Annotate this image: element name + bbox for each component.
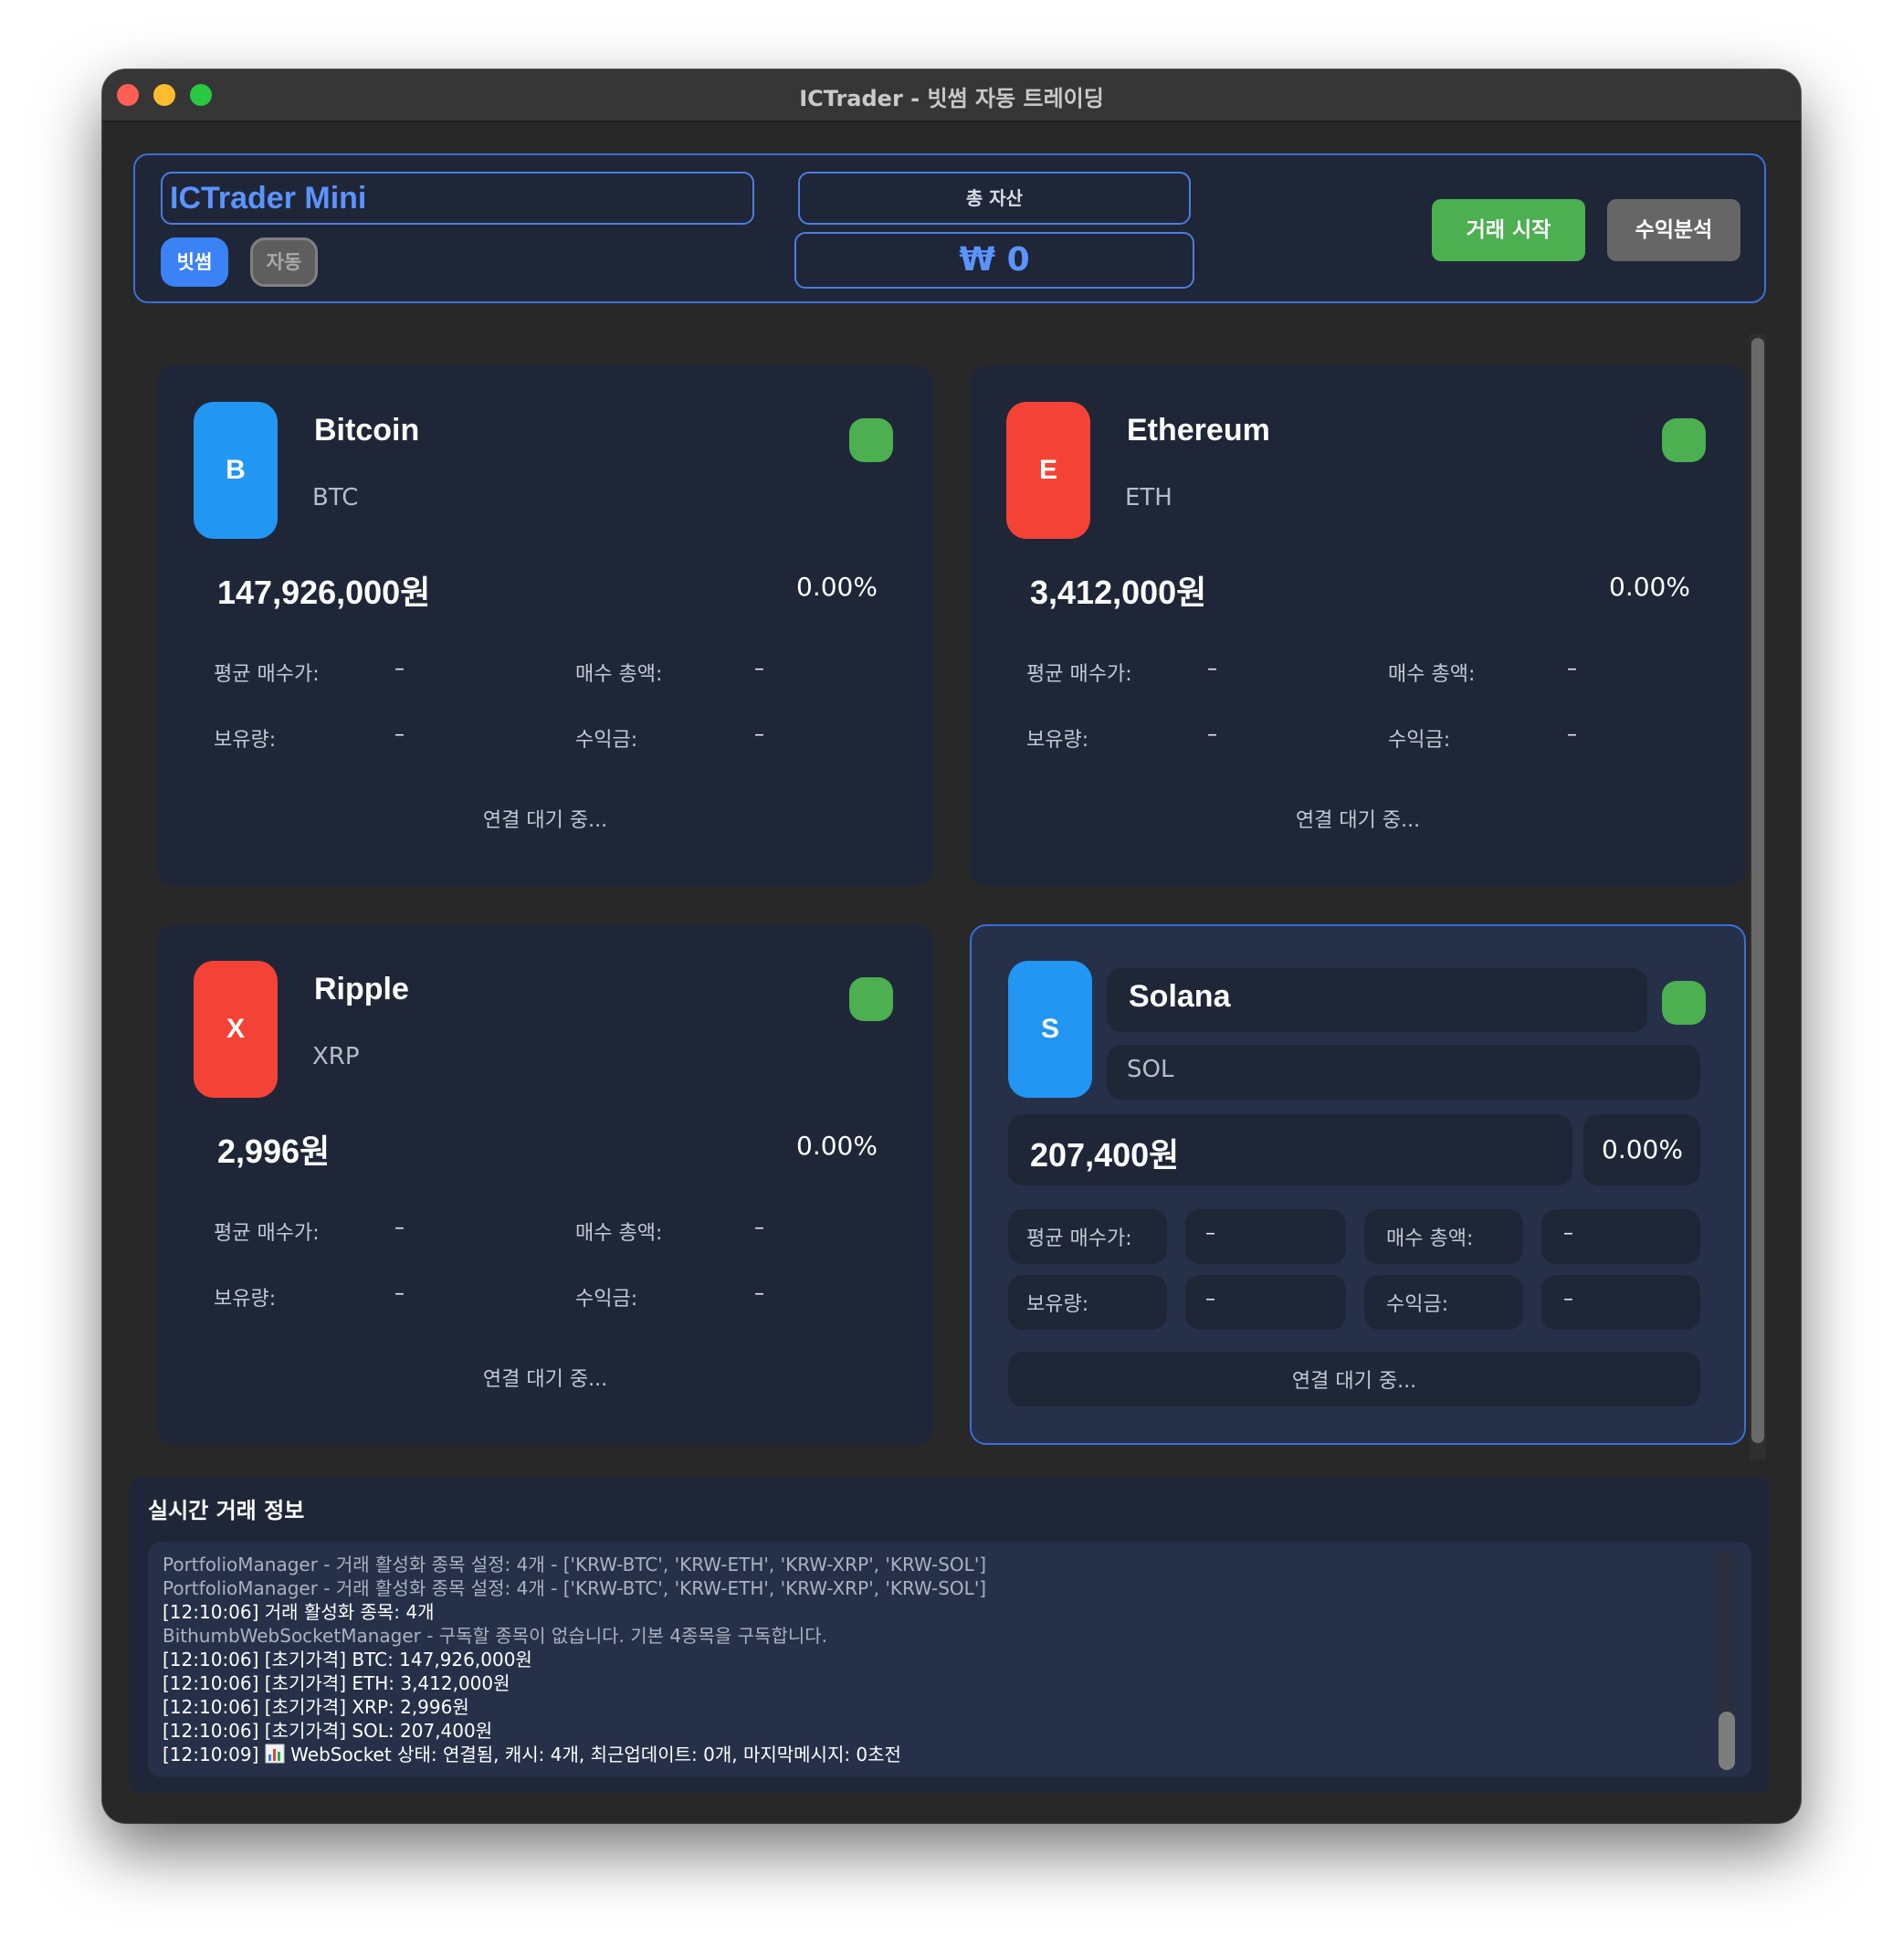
log-line: [12:10:06] [초기가격] ETH: 3,412,000원 <box>163 1672 510 1694</box>
coin-name: Ethereum <box>1127 413 1270 448</box>
connection-status: 연결 대기 중... <box>482 809 608 832</box>
auto-mode-chip[interactable]: 자동 <box>250 237 318 287</box>
log-area[interactable]: PortfolioManager - 거래 활성화 종목 설정: 4개 - ['… <box>148 1542 1751 1777</box>
connection-status: 연결 대기 중... <box>482 1368 608 1391</box>
profit-value: – <box>1563 1288 1573 1311</box>
coin-badge: B <box>194 402 278 539</box>
header-panel: ICTrader Mini 빗썸 자동 총 자산 ₩ 0 거래 시작 수익분석 <box>133 153 1766 303</box>
status-indicator <box>849 977 893 1021</box>
profit-value: – <box>1567 723 1577 746</box>
coin-symbol: XRP <box>312 1043 360 1070</box>
log-time: [12:10:09] <box>163 1744 259 1765</box>
log-line: BithumbWebSocketManager - 구독할 종목이 없습니다. … <box>163 1625 828 1647</box>
log-line: [12:10:06] [초기가격] SOL: 207,400원 <box>163 1720 493 1742</box>
profit-label: 수익금: <box>575 1288 638 1311</box>
avg-buy-price-value: – <box>394 1217 405 1239</box>
app-window: ICTrader - 빗썸 자동 트레이딩 ICTrader Mini 빗썸 자… <box>102 69 1801 1823</box>
coin-badge: X <box>194 961 278 1098</box>
cards-scrollbar[interactable] <box>1750 334 1766 1459</box>
coin-symbol: BTC <box>312 484 359 511</box>
total-buy-value: – <box>754 658 764 680</box>
profit-analysis-button[interactable]: 수익분석 <box>1607 199 1740 261</box>
start-trading-button[interactable]: 거래 시작 <box>1432 199 1585 261</box>
total-buy-value: – <box>1563 1222 1573 1245</box>
coin-price: 207,400원 <box>1030 1136 1180 1174</box>
total-asset-value: ₩ 0 <box>794 232 1194 289</box>
coin-symbol: SOL <box>1127 1056 1174 1083</box>
coin-name: Bitcoin <box>314 413 420 448</box>
profit-label: 수익금: <box>575 729 638 752</box>
holdings-value: – <box>1207 723 1217 746</box>
holdings-value: – <box>394 1282 405 1305</box>
connection-status: 연결 대기 중... <box>1291 1370 1417 1393</box>
coin-price: 147,926,000원 <box>217 574 431 611</box>
log-title: 실시간 거래 정보 <box>148 1498 305 1523</box>
coin-symbol-box <box>1107 1045 1700 1100</box>
log-line: [12:10:06] [초기가격] BTC: 147,926,000원 <box>163 1649 532 1670</box>
coin-name: Solana <box>1129 979 1231 1014</box>
bar-chart-icon <box>265 1744 285 1769</box>
profit-label: 수익금: <box>1386 1293 1449 1316</box>
avg-buy-price-label: 평균 매수가: <box>214 663 320 686</box>
connection-status: 연결 대기 중... <box>1295 809 1421 832</box>
coin-card-xrp[interactable]: X Ripple XRP 2,996원 0.00% 평균 매수가: – 매수 총… <box>157 924 933 1445</box>
window-title: ICTrader - 빗썸 자동 트레이딩 <box>799 86 1104 111</box>
log-line: PortfolioManager - 거래 활성화 종목 설정: 4개 - ['… <box>163 1554 987 1575</box>
coin-price: 2,996원 <box>217 1133 331 1170</box>
exchange-chip[interactable]: 빗썸 <box>161 237 228 287</box>
coin-change: 0.00% <box>1602 1134 1683 1164</box>
log-line: [12:10:06] 거래 활성화 종목: 4개 <box>163 1601 435 1623</box>
total-buy-value: – <box>1567 658 1577 680</box>
coin-card-eth[interactable]: E Ethereum ETH 3,412,000원 0.00% 평균 매수가: … <box>970 365 1746 886</box>
coin-badge: S <box>1008 961 1092 1098</box>
app-title: ICTrader Mini <box>161 172 754 225</box>
log-scrollbar-thumb[interactable] <box>1719 1712 1735 1770</box>
holdings-label: 보유량: <box>214 729 277 752</box>
total-buy-label: 매수 총액: <box>1388 663 1476 686</box>
coin-change: 0.00% <box>1609 572 1690 602</box>
profit-value: – <box>754 723 764 746</box>
cards-scrollbar-thumb[interactable] <box>1751 338 1764 1443</box>
total-buy-label: 매수 총액: <box>575 1222 663 1245</box>
holdings-label: 보유량: <box>1026 729 1089 752</box>
coin-change: 0.00% <box>796 572 878 602</box>
coin-symbol: ETH <box>1125 484 1172 511</box>
total-asset-label: 총 자산 <box>798 172 1191 225</box>
log-line: [12:10:09] WebSocket 상태: 연결됨, 캐시: 4개, 최근… <box>163 1743 1697 1769</box>
coin-badge: E <box>1006 402 1090 539</box>
status-indicator <box>849 418 893 462</box>
coin-price: 3,412,000원 <box>1030 574 1207 611</box>
log-panel: 실시간 거래 정보 PortfolioManager - 거래 활성화 종목 설… <box>130 1476 1770 1794</box>
status-indicator <box>1662 981 1706 1025</box>
log-lines: PortfolioManager - 거래 활성화 종목 설정: 4개 - ['… <box>163 1553 1697 1769</box>
total-buy-label: 매수 총액: <box>575 663 663 686</box>
holdings-label: 보유량: <box>214 1288 277 1311</box>
coin-change: 0.00% <box>796 1131 878 1161</box>
coin-card-sol[interactable]: S Solana SOL 207,400원 0.00% 평균 매수가: – 매수… <box>970 924 1746 1445</box>
avg-buy-price-value: – <box>1205 1222 1215 1245</box>
coin-card-btc[interactable]: B Bitcoin BTC 147,926,000원 0.00% 평균 매수가:… <box>157 365 933 886</box>
log-line: PortfolioManager - 거래 활성화 종목 설정: 4개 - ['… <box>163 1577 987 1599</box>
log-text: WebSocket 상태: 연결됨, 캐시: 4개, 최근업데이트: 0개, 마… <box>290 1744 901 1765</box>
avg-buy-price-label: 평균 매수가: <box>1026 1228 1132 1250</box>
holdings-label: 보유량: <box>1026 1293 1089 1316</box>
profit-value: – <box>754 1282 764 1305</box>
avg-buy-price-label: 평균 매수가: <box>214 1222 320 1245</box>
profit-label: 수익금: <box>1388 729 1451 752</box>
log-scrollbar[interactable] <box>1719 1551 1735 1770</box>
holdings-value: – <box>1205 1288 1215 1311</box>
coin-name: Ripple <box>314 972 409 1006</box>
holdings-value: – <box>394 723 405 746</box>
avg-buy-price-value: – <box>1207 658 1217 680</box>
status-indicator <box>1662 418 1706 462</box>
total-buy-value: – <box>754 1217 764 1239</box>
log-line: [12:10:06] [초기가격] XRP: 2,996원 <box>163 1696 469 1718</box>
avg-buy-price-label: 평균 매수가: <box>1026 663 1132 686</box>
total-buy-label: 매수 총액: <box>1386 1228 1474 1250</box>
title-bar: ICTrader - 빗썸 자동 트레이딩 <box>102 69 1801 122</box>
avg-buy-price-value: – <box>394 658 405 680</box>
